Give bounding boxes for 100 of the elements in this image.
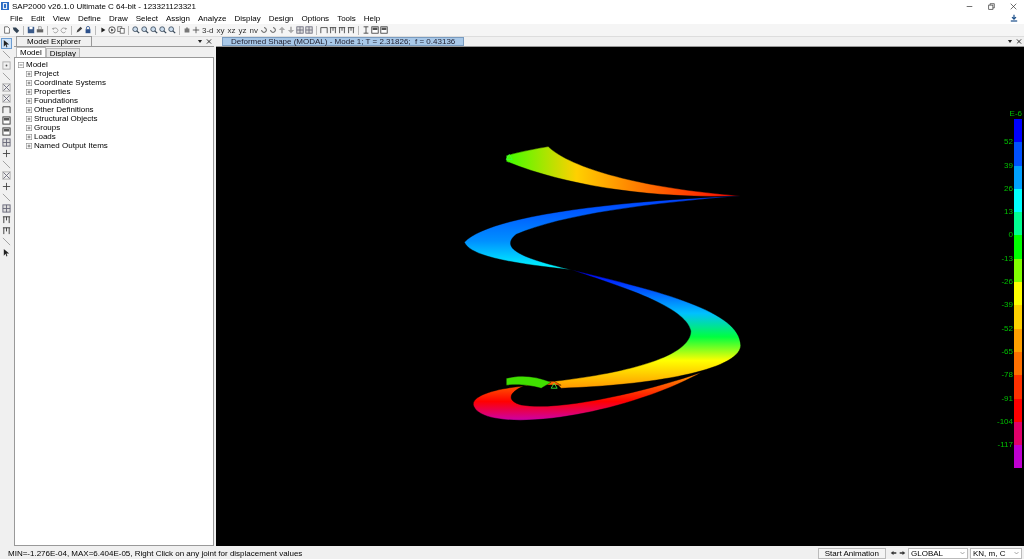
expand-icon[interactable]: [26, 124, 32, 131]
menu-item[interactable]: Select: [131, 13, 162, 23]
legend-label: 52: [1003, 138, 1013, 147]
beam-icon[interactable]: [347, 26, 355, 34]
frame-icon[interactable]: [1, 105, 11, 114]
cross-icon[interactable]: [1, 94, 11, 103]
menu-item[interactable]: Draw: [105, 13, 132, 23]
tag-icon[interactable]: [12, 26, 20, 34]
tree-item[interactable]: Model: [26, 60, 48, 69]
zoom-icon[interactable]: [168, 26, 176, 34]
legend-label: 0: [1007, 231, 1013, 240]
pencil-icon[interactable]: [75, 26, 83, 34]
collapse-icon[interactable]: [18, 61, 24, 68]
legend-label: -52: [1000, 324, 1013, 333]
start-animation-button[interactable]: Start Animation: [817, 547, 886, 559]
legend-label: -26: [1000, 278, 1013, 287]
menu-item[interactable]: Tools: [333, 13, 360, 23]
window-title: SAP2000 v26.1.0 Ultimate C 64-bit - 123321123321: [12, 1, 197, 11]
menu-item[interactable]: Display: [230, 13, 265, 23]
menu-item[interactable]: Analyze: [193, 13, 231, 23]
expand-icon[interactable]: [26, 88, 32, 95]
close-icon[interactable]: [1009, 2, 1017, 10]
zoom-icon[interactable]: [132, 26, 140, 34]
tree-item[interactable]: Groups: [34, 123, 61, 132]
panel-icon[interactable]: [371, 26, 379, 34]
view-button[interactable]: nv: [248, 25, 259, 35]
expand-icon[interactable]: [26, 79, 32, 86]
menu-item[interactable]: Assign: [161, 13, 194, 23]
menu-item[interactable]: File: [6, 13, 27, 23]
lock-icon[interactable]: [84, 26, 92, 34]
download-icon[interactable]: [1010, 14, 1018, 22]
tree-item[interactable]: Foundations: [34, 96, 79, 105]
menu-item[interactable]: View: [48, 13, 74, 23]
grid-icon[interactable]: [1, 204, 11, 213]
frame-icon[interactable]: [320, 26, 328, 34]
legend-unit: E-6: [1009, 109, 1022, 119]
menu-item[interactable]: Options: [297, 13, 334, 23]
cross-icon[interactable]: [1, 171, 11, 180]
pointer-icon[interactable]: [1, 248, 11, 257]
tree-item[interactable]: Coordinate Systems: [34, 78, 107, 87]
legend-label: -65: [1000, 347, 1013, 356]
menu-item[interactable]: Edit: [26, 13, 49, 23]
panel-icon[interactable]: [380, 26, 388, 34]
zoom-icon[interactable]: [159, 26, 167, 34]
axes-icon[interactable]: [192, 26, 200, 34]
beam-icon[interactable]: [338, 26, 346, 34]
close-icon[interactable]: [1015, 38, 1023, 45]
expand-icon[interactable]: [26, 106, 32, 113]
tree-item[interactable]: Structural Objects: [34, 114, 98, 123]
menu-item[interactable]: Design: [264, 13, 298, 23]
cross-icon[interactable]: [1, 83, 11, 92]
tree-item[interactable]: Project: [34, 69, 59, 78]
view-button[interactable]: yz: [237, 25, 248, 35]
right-arrow-icon[interactable]: [899, 550, 906, 556]
i-beam-icon[interactable]: [362, 26, 370, 34]
axes-icon[interactable]: [1, 149, 11, 158]
beam-icon[interactable]: [1, 226, 11, 235]
zoom-icon[interactable]: [141, 26, 149, 34]
save-icon[interactable]: [27, 26, 35, 34]
expand-icon[interactable]: [26, 97, 32, 104]
view-button[interactable]: 3-d: [201, 25, 215, 35]
panel-icon[interactable]: [1, 116, 11, 125]
copy-icon[interactable]: [117, 26, 125, 34]
menu-item[interactable]: Help: [359, 13, 385, 23]
legend-label: -104: [996, 417, 1013, 426]
beam-icon[interactable]: [329, 26, 337, 34]
caret-icon: [1014, 551, 1019, 555]
run-icon[interactable]: [108, 26, 116, 34]
tree-item[interactable]: Named Output Items: [34, 141, 108, 150]
panel-icon[interactable]: [1, 127, 11, 136]
caret-icon: [960, 551, 965, 555]
document-icon[interactable]: [3, 26, 11, 34]
pointer-icon[interactable]: [1, 39, 11, 48]
status-message: MIN=-1.276E-04, MAX=6.404E-05, Right Click on any joint for displacement values: [8, 548, 304, 558]
dropdown-value: KN, m, C: [973, 548, 1006, 558]
tree-item[interactable]: Properties: [34, 87, 71, 96]
view-button[interactable]: xy: [215, 25, 226, 35]
expand-icon[interactable]: [26, 133, 32, 140]
expand-icon[interactable]: [26, 142, 32, 149]
play-icon[interactable]: [99, 26, 107, 34]
expand-icon[interactable]: [26, 70, 32, 77]
coordinate-system-dropdown[interactable]: GLOBAL: [908, 547, 968, 559]
units-dropdown[interactable]: KN, m, C: [970, 547, 1022, 559]
legend-label: -91: [1000, 394, 1013, 403]
tree-item[interactable]: Other Definitions: [34, 105, 94, 114]
beam-icon[interactable]: [1, 215, 11, 224]
legend-label: -78: [1000, 371, 1013, 380]
grid-icon[interactable]: [1, 138, 11, 147]
restore-icon[interactable]: [987, 2, 995, 10]
left-arrow-icon[interactable]: [890, 550, 897, 556]
view-tab[interactable]: Deformed Shape (MODAL) - Mode 1; T = 2.31826; f = 0.43136: [222, 37, 465, 46]
view-button[interactable]: xz: [226, 25, 237, 35]
printer-icon[interactable]: [36, 26, 44, 34]
zoom-icon[interactable]: [150, 26, 158, 34]
legend-label: -117: [996, 441, 1013, 450]
menu-item[interactable]: Define: [73, 13, 105, 23]
expand-icon[interactable]: [26, 115, 32, 122]
close-icon[interactable]: [205, 38, 213, 45]
tree-item[interactable]: Loads: [34, 132, 56, 141]
axes-icon[interactable]: [1, 182, 11, 191]
